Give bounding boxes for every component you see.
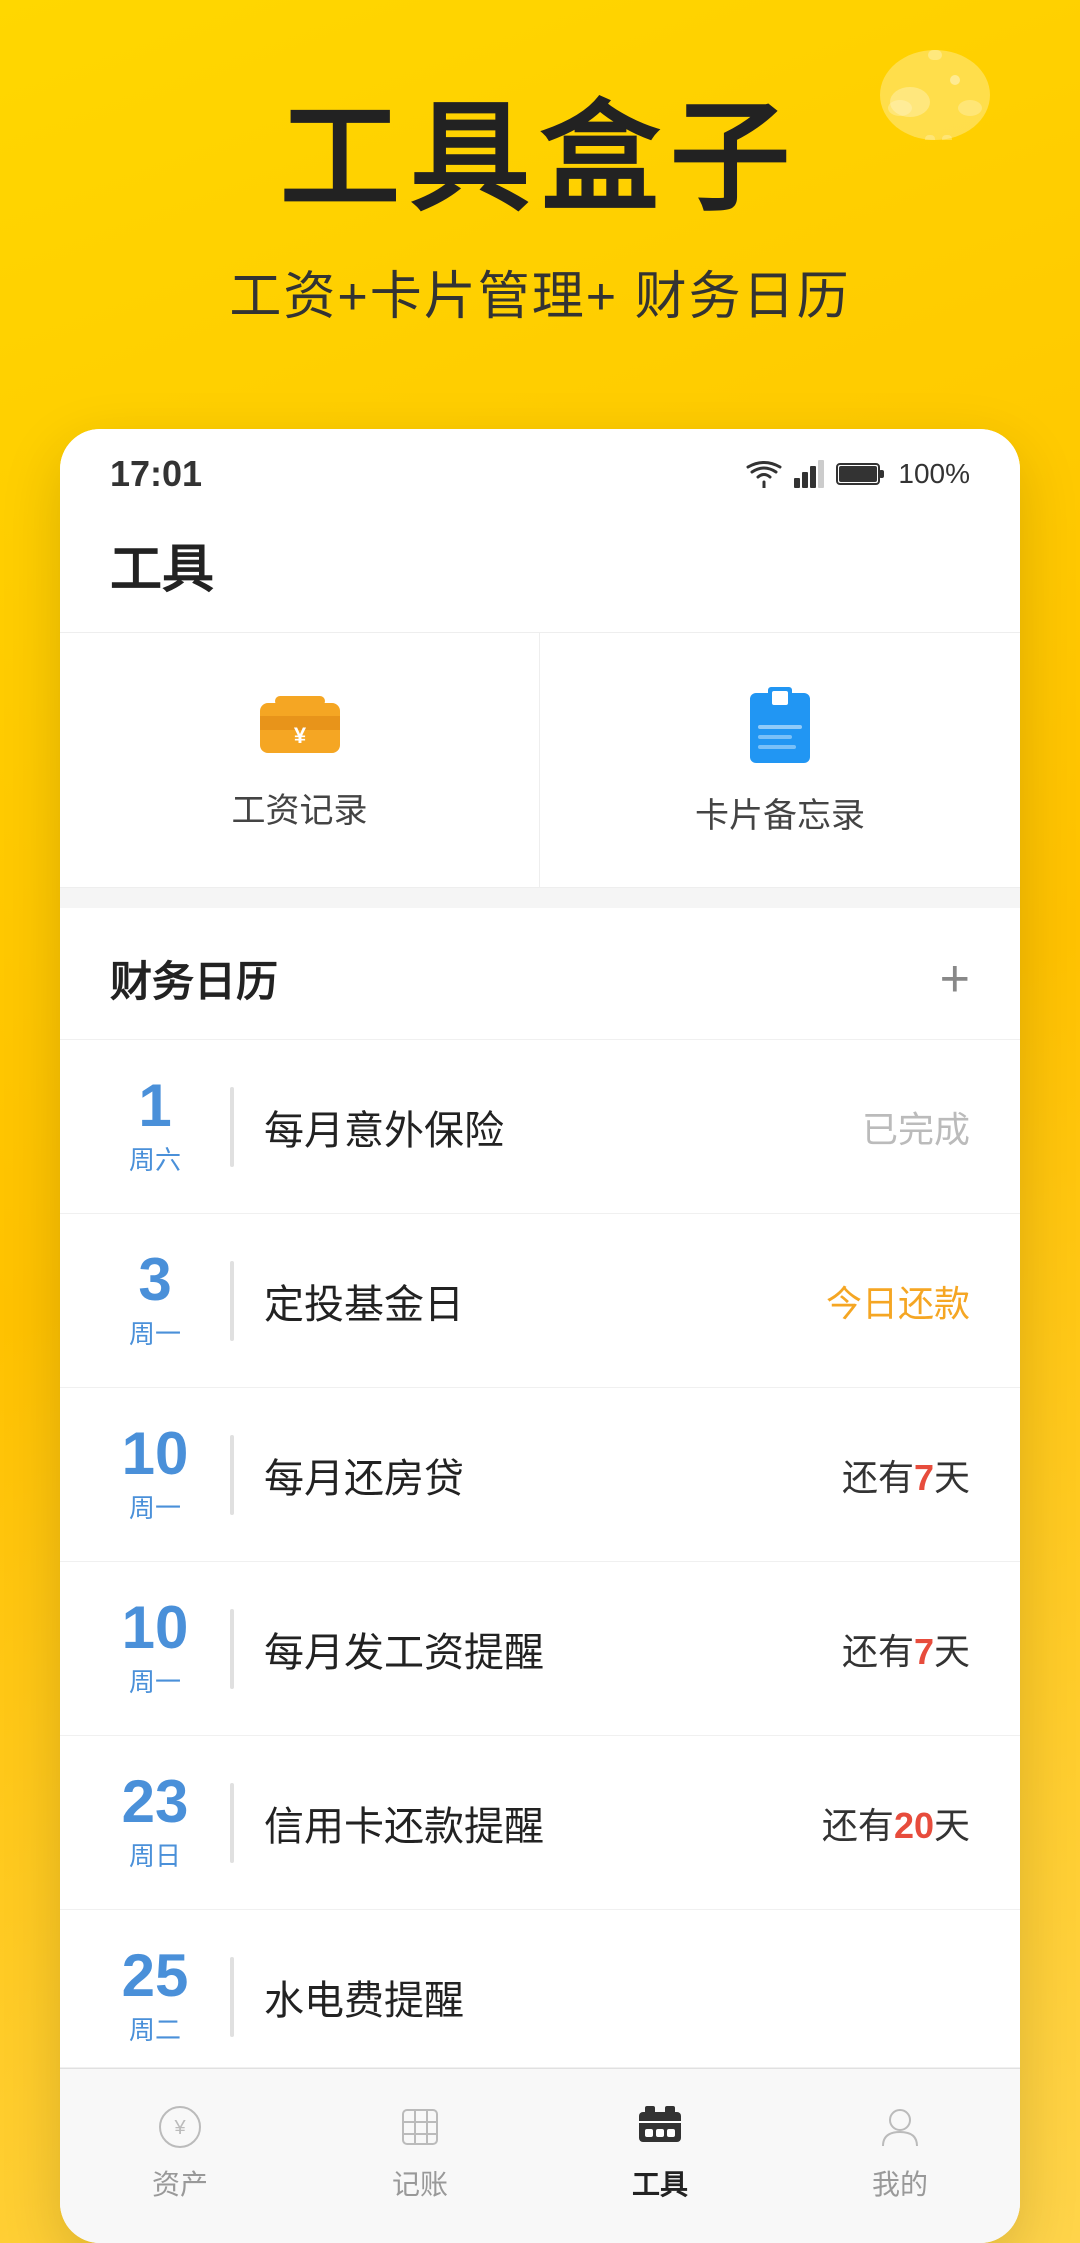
nav-icon-ledger <box>392 2099 448 2155</box>
item-status-3: 还有7天 <box>842 1449 970 1501</box>
nav-icon-mine <box>872 2099 928 2155</box>
wifi-icon <box>746 460 782 488</box>
status-icons: 100% <box>746 458 970 490</box>
date-num-2: 3 <box>138 1250 171 1310</box>
item-status-1: 已完成 <box>862 1101 970 1153</box>
calendar-item-6[interactable]: 25 周二 水电费提醒 <box>60 1910 1020 2068</box>
nav-item-assets[interactable]: ¥ 资产 <box>60 2089 300 2213</box>
battery-text: 100% <box>898 458 970 490</box>
card-memo-label: 卡片备忘录 <box>695 788 865 837</box>
card-memo-icon <box>740 683 820 763</box>
svg-text:¥: ¥ <box>293 723 306 748</box>
calendar-header: 财务日历 + <box>60 908 1020 1040</box>
date-divider-2 <box>230 1261 234 1341</box>
item-name-2: 定投基金日 <box>264 1272 826 1330</box>
battery-icon <box>836 460 886 488</box>
svg-text:¥: ¥ <box>173 2117 186 2139</box>
nav-label-mine: 我的 <box>872 2163 928 2203</box>
header-area: 工具盒子 工资+卡片管理+ 财务日历 <box>0 0 1080 369</box>
date-divider-6 <box>230 1957 234 2037</box>
nav-item-tools[interactable]: 工具 <box>540 2089 780 2213</box>
date-week-1: 周六 <box>129 1140 181 1177</box>
item-name-3: 每月还房贷 <box>264 1446 842 1504</box>
item-name-5: 信用卡还款提醒 <box>264 1794 822 1852</box>
item-status-5: 还有20天 <box>822 1797 970 1849</box>
main-title: 工具盒子 <box>80 60 1000 234</box>
date-week-4: 周一 <box>129 1662 181 1699</box>
status-time: 17:01 <box>110 453 202 495</box>
date-divider-4 <box>230 1609 234 1689</box>
tool-grid: ¥ 工资记录 卡片备忘录 <box>60 633 1020 888</box>
nav-icon-assets: ¥ <box>152 2099 208 2155</box>
date-week-3: 周一 <box>129 1488 181 1525</box>
nav-label-tools: 工具 <box>632 2163 688 2203</box>
date-num-6: 25 <box>122 1946 189 2006</box>
calendar-date-3: 10 周一 <box>110 1424 200 1525</box>
date-num-5: 23 <box>122 1772 189 1832</box>
page-title: 工具 <box>110 527 970 602</box>
item-name-6: 水电费提醒 <box>264 1968 970 2026</box>
date-week-5: 周日 <box>129 1836 181 1873</box>
item-name-1: 每月意外保险 <box>264 1098 862 1156</box>
card-memo-item[interactable]: 卡片备忘录 <box>540 633 1020 887</box>
calendar-item-1[interactable]: 1 周六 每月意外保险 已完成 <box>60 1040 1020 1214</box>
calendar-title: 财务日历 <box>110 948 278 1009</box>
calendar-date-2: 3 周一 <box>110 1250 200 1351</box>
nav-label-ledger: 记账 <box>392 2163 448 2203</box>
date-divider-5 <box>230 1783 234 1863</box>
calendar-section: 财务日历 + 1 周六 每月意外保险 已完成 3 周一 定投基金日 今日还款 <box>60 908 1020 2068</box>
salary-icon-wrap: ¥ <box>255 688 345 763</box>
item-status-2: 今日还款 <box>826 1275 970 1327</box>
item-status-4: 还有7天 <box>842 1623 970 1675</box>
salary-record-label: 工资记录 <box>232 783 368 832</box>
date-divider-3 <box>230 1435 234 1515</box>
salary-record-icon: ¥ <box>255 688 345 758</box>
nav-item-ledger[interactable]: 记账 <box>300 2089 540 2213</box>
nav-icon-tools <box>632 2099 688 2155</box>
nav-label-assets: 资产 <box>152 2163 208 2203</box>
bottom-nav: ¥ 资产 记账 <box>60 2068 1020 2243</box>
date-divider-1 <box>230 1087 234 1167</box>
calendar-date-4: 10 周一 <box>110 1598 200 1699</box>
date-num-4: 10 <box>122 1598 189 1658</box>
calendar-item-2[interactable]: 3 周一 定投基金日 今日还款 <box>60 1214 1020 1388</box>
item-name-4: 每月发工资提醒 <box>264 1620 842 1678</box>
calendar-date-6: 25 周二 <box>110 1946 200 2047</box>
calendar-item-5[interactable]: 23 周日 信用卡还款提醒 还有20天 <box>60 1736 1020 1910</box>
phone-card: 17:01 100% <box>60 429 1020 2243</box>
sub-title: 工资+卡片管理+ 财务日历 <box>80 254 1000 329</box>
date-num-1: 1 <box>138 1076 171 1136</box>
date-num-3: 10 <box>122 1424 189 1484</box>
calendar-item-3[interactable]: 10 周一 每月还房贷 还有7天 <box>60 1388 1020 1562</box>
card-icon-wrap <box>740 683 820 768</box>
date-week-2: 周一 <box>129 1314 181 1351</box>
add-calendar-button[interactable]: + <box>940 953 970 1005</box>
page-header: 工具 <box>60 507 1020 633</box>
nav-item-mine[interactable]: 我的 <box>780 2089 1020 2213</box>
signal-icon <box>794 460 824 488</box>
calendar-date-1: 1 周六 <box>110 1076 200 1177</box>
calendar-item-4[interactable]: 10 周一 每月发工资提醒 还有7天 <box>60 1562 1020 1736</box>
calendar-date-5: 23 周日 <box>110 1772 200 1873</box>
date-week-6: 周二 <box>129 2010 181 2047</box>
salary-tool-item[interactable]: ¥ 工资记录 <box>60 633 540 887</box>
piggy-icon <box>870 30 1000 140</box>
status-bar: 17:01 100% <box>60 429 1020 507</box>
